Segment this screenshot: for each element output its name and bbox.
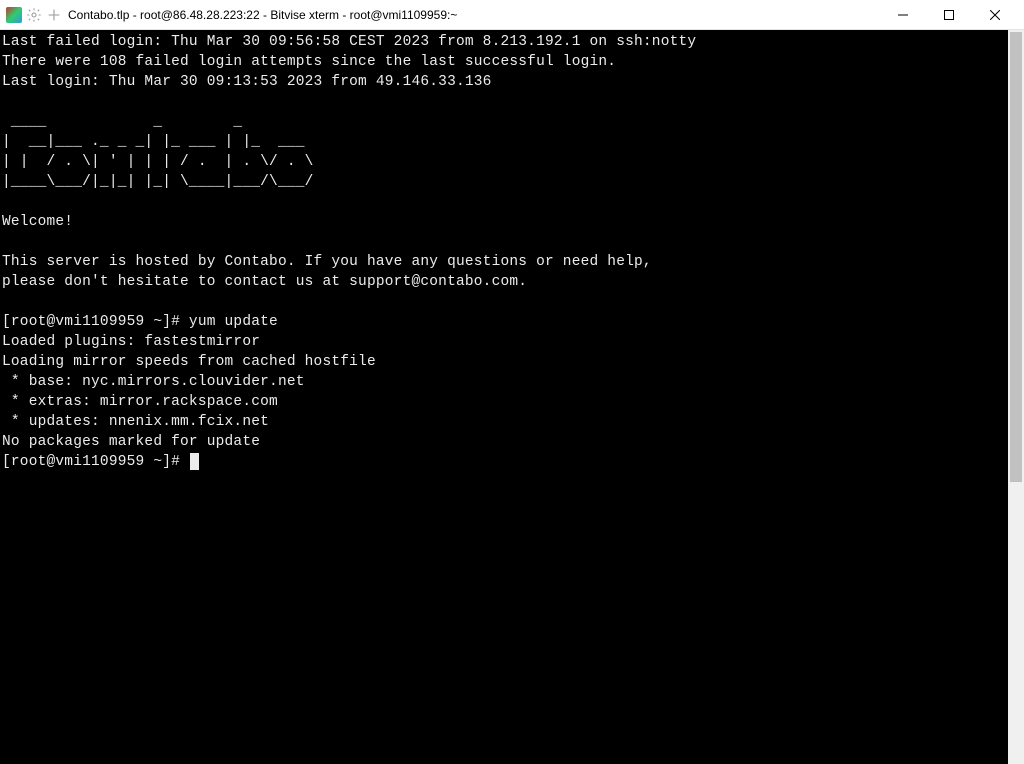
terminal-prompt: [root@vmi1109959 ~]# yum update — [2, 314, 278, 330]
bitvise-app-icon — [6, 7, 22, 23]
title-icons — [6, 7, 62, 23]
terminal-ascii: ____ _ _ — [2, 114, 340, 130]
terminal-cursor — [190, 453, 199, 470]
plus-icon[interactable] — [46, 7, 62, 23]
terminal-line: Last login: Thu Mar 30 09:13:53 2023 fro… — [2, 74, 492, 90]
terminal-line: No packages marked for update — [2, 434, 260, 450]
minimize-button[interactable] — [880, 0, 926, 29]
terminal-line: Loaded plugins: fastestmirror — [2, 334, 260, 350]
terminal-line: Loading mirror speeds from cached hostfi… — [2, 354, 376, 370]
window-title: Contabo.tlp - root@86.48.28.223:22 - Bit… — [68, 8, 880, 22]
gear-icon[interactable] — [26, 7, 42, 23]
terminal-line: please don't hesitate to contact us at s… — [2, 274, 527, 290]
terminal-wrapper: Last failed login: Thu Mar 30 09:56:58 C… — [0, 30, 1024, 764]
terminal-line: * base: nyc.mirrors.clouvider.net — [2, 374, 305, 390]
terminal-prompt: [root@vmi1109959 ~]# — [2, 454, 189, 470]
terminal-ascii: | __|___ ._ _ _| |_ ___ | |_ ___ — [2, 134, 340, 150]
terminal-line: Last failed login: Thu Mar 30 09:56:58 C… — [2, 34, 696, 50]
terminal-line: There were 108 failed login attempts sin… — [2, 54, 616, 70]
maximize-button[interactable] — [926, 0, 972, 29]
terminal-line: * updates: nnenix.mm.fcix.net — [2, 414, 269, 430]
terminal-line: This server is hosted by Contabo. If you… — [2, 254, 652, 270]
close-button[interactable] — [972, 0, 1018, 29]
terminal-ascii: |____\___/|_|_| |_| \____|___/\___/ — [2, 174, 340, 190]
scrollbar-thumb[interactable] — [1010, 32, 1022, 482]
terminal[interactable]: Last failed login: Thu Mar 30 09:56:58 C… — [0, 30, 1008, 764]
title-bar: Contabo.tlp - root@86.48.28.223:22 - Bit… — [0, 0, 1024, 30]
terminal-scrollbar[interactable] — [1008, 30, 1024, 764]
terminal-line: Welcome! — [2, 214, 73, 230]
terminal-line: * extras: mirror.rackspace.com — [2, 394, 278, 410]
terminal-ascii: | | / . \| ' | | | / . | . \/ . \ — [2, 154, 340, 170]
window-controls — [880, 0, 1018, 29]
